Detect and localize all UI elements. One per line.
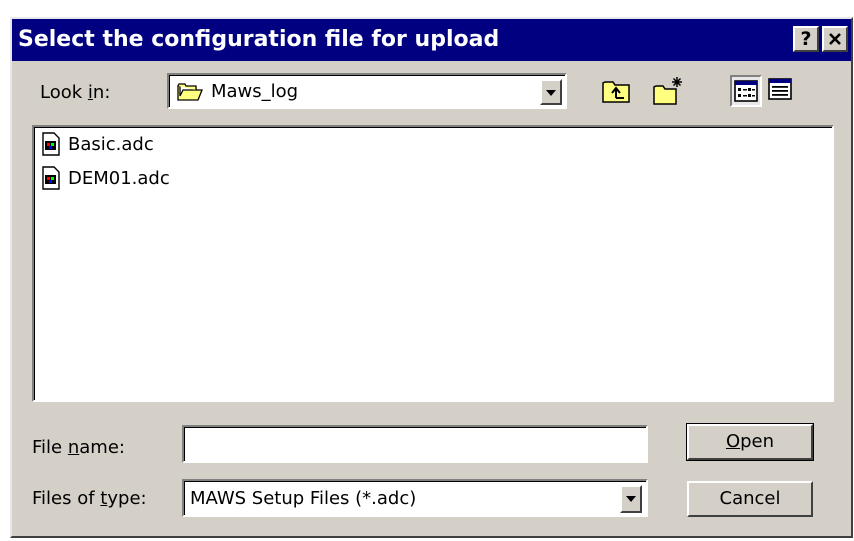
close-button[interactable] <box>822 26 848 52</box>
details-view-button[interactable] <box>766 75 798 107</box>
create-new-folder-icon <box>653 77 682 105</box>
adc-file-icon <box>42 132 60 156</box>
file-name-label: DEM01.adc <box>68 167 170 189</box>
open-button[interactable]: Open <box>686 423 814 461</box>
details-view-icon <box>768 78 792 100</box>
look-in-label: Look in: <box>40 82 111 103</box>
close-icon <box>829 33 841 45</box>
folder-icon <box>177 83 203 101</box>
list-item[interactable]: DEM01.adc <box>40 166 170 190</box>
file-name-input[interactable] <box>182 425 648 463</box>
up-one-level-icon <box>602 81 630 103</box>
file-open-dialog: Select the configuration file for upload… <box>10 17 853 538</box>
file-name-label: Basic.adc <box>68 133 154 155</box>
file-type-value: MAWS Setup Files (*.adc) <box>190 488 417 509</box>
file-type-dropdown-arrow[interactable] <box>620 485 642 513</box>
file-type-dropdown[interactable]: MAWS Setup Files (*.adc) <box>182 479 648 517</box>
up-one-level-button[interactable] <box>600 75 632 107</box>
file-name-label: File name: <box>32 437 125 458</box>
list-item[interactable]: Basic.adc <box>40 132 154 156</box>
adc-file-icon <box>42 166 60 190</box>
dialog-title: Select the configuration file for upload <box>18 27 500 52</box>
look-in-dropdown[interactable]: Maws_log <box>167 73 567 109</box>
help-button[interactable]: ? <box>793 26 819 52</box>
look-in-dropdown-arrow[interactable] <box>540 79 562 105</box>
title-bar[interactable]: Select the configuration file for upload… <box>12 19 851 61</box>
look-in-value: Maws_log <box>211 81 299 102</box>
cancel-button[interactable]: Cancel <box>687 481 813 517</box>
create-new-folder-button[interactable] <box>652 75 684 107</box>
file-list[interactable]: Basic.adc DEM01.adc <box>32 125 834 402</box>
list-view-icon <box>734 80 758 102</box>
file-type-label: Files of type: <box>32 488 147 509</box>
list-view-button[interactable] <box>730 75 762 107</box>
